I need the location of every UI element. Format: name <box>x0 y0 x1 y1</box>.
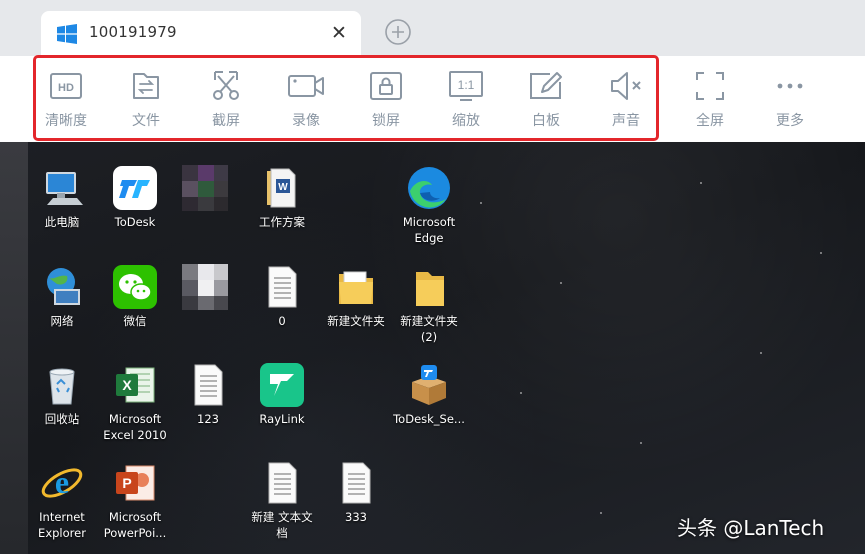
desktop-icon-raylink[interactable]: RayLink <box>243 362 321 427</box>
close-tab-icon[interactable]: ✕ <box>329 20 349 46</box>
blurred-icon <box>182 264 228 310</box>
desktop-icon-todesk-setup[interactable]: ToDesk_Se... <box>390 362 468 427</box>
svg-text:W: W <box>278 182 288 193</box>
text-file-icon <box>268 462 297 504</box>
desktop-icon-label: RayLink <box>259 412 305 426</box>
desktop-icon-blurred[interactable] <box>166 264 244 313</box>
svg-text:e: e <box>55 464 69 500</box>
computer-icon <box>46 172 83 205</box>
desktop-icon-new-folder[interactable]: 新建文件夹 <box>317 264 395 329</box>
desktop-icon-computer[interactable]: 此电脑 <box>23 165 101 230</box>
network-icon <box>47 268 80 305</box>
tool-label: 全屏 <box>696 113 724 129</box>
excel-icon: X <box>116 367 155 403</box>
more-icon <box>777 83 803 89</box>
add-tab-icon[interactable] <box>385 19 411 45</box>
fullscreen-icon <box>696 72 724 100</box>
recycle-bin-icon <box>49 368 75 405</box>
desktop-icon-file-0[interactable]: 0 <box>243 264 321 329</box>
desktop-icon-label: ToDesk_Se... <box>393 412 465 426</box>
desktop-icon-network[interactable]: 网络 <box>23 264 101 329</box>
blurred-icon <box>182 165 228 211</box>
more-button[interactable]: 更多 <box>752 68 828 140</box>
desktop-icon-label: 123 <box>197 412 219 426</box>
desktop-icon-ie[interactable]: e Internet Explorer <box>23 460 101 541</box>
word-doc-icon: W <box>267 168 296 208</box>
text-file-icon <box>268 266 297 308</box>
text-file-icon <box>342 462 371 504</box>
desktop-icon-recycle-bin[interactable]: 回收站 <box>23 362 101 427</box>
session-tab[interactable]: 100191979 ✕ <box>41 11 361 56</box>
desktop-icon-label: ToDesk <box>114 215 156 229</box>
desktop-icon-label: 333 <box>345 510 367 524</box>
desktop-icon-label: 新建 文本文 档 <box>251 510 313 540</box>
windows-logo-icon <box>57 24 77 44</box>
desktop-icon-excel[interactable]: X Microsoft Excel 2010 <box>96 362 174 443</box>
remote-desktop: 此电脑 ToDesk W 工作方案 Microsoft Edge 网络 微信 0… <box>0 142 865 554</box>
desktop-icon-label: 新建文件夹 <box>327 314 385 328</box>
desktop-icon-label: Microsoft Edge <box>402 215 456 245</box>
folder-icon <box>339 271 373 304</box>
desktop-icon-label: 网络 <box>50 314 74 328</box>
desktop-icon-label: Microsoft PowerPoi... <box>103 510 167 540</box>
desktop-icon-edge[interactable]: Microsoft Edge <box>390 165 468 246</box>
desktop-icon-label: 新建文件夹 (2) <box>400 314 458 344</box>
wechat-icon <box>113 265 157 309</box>
desktop-icon-label: Internet Explorer <box>38 510 86 540</box>
desktop-icon-new-text-doc[interactable]: 新建 文本文 档 <box>243 460 321 541</box>
desktop-icon-file-333[interactable]: 333 <box>317 460 395 525</box>
desktop-icon-label: 此电脑 <box>44 215 80 229</box>
desktop-icon-label: 0 <box>278 314 286 328</box>
tab-bar: 100191979 ✕ <box>0 0 865 56</box>
package-icon <box>412 365 446 405</box>
folder-icon <box>416 272 444 306</box>
desktop-icon-label: 微信 <box>123 314 147 328</box>
desktop-icon-file-123[interactable]: 123 <box>169 362 247 427</box>
tool-label: 更多 <box>776 113 804 129</box>
fullscreen-button[interactable]: 全屏 <box>672 68 748 140</box>
svg-text:X: X <box>122 377 132 393</box>
raylink-icon <box>260 363 304 407</box>
edge-icon <box>408 167 450 209</box>
todesk-icon <box>113 166 157 210</box>
highlight-box <box>33 55 659 141</box>
desktop-icon-new-folder-2[interactable]: 新建文件夹 (2) <box>390 264 468 345</box>
desktop-icon-blurred[interactable] <box>166 165 244 214</box>
desktop-icon-label: 工作方案 <box>259 215 305 229</box>
text-file-icon <box>194 364 223 406</box>
desktop-icon-label: 回收站 <box>44 412 80 426</box>
desktop-icon-powerpoint[interactable]: P Microsoft PowerPoi... <box>96 460 174 541</box>
powerpoint-icon: P <box>116 465 155 501</box>
desktop-icon-wechat[interactable]: 微信 <box>96 264 174 329</box>
ie-icon: e <box>41 464 83 500</box>
svg-text:P: P <box>122 475 131 491</box>
watermark-text: 头条 @LanTech <box>677 516 825 540</box>
tab-title: 100191979 <box>89 23 177 41</box>
desktop-icon-todesk[interactable]: ToDesk <box>96 165 174 230</box>
desktop-icon-work-plan[interactable]: W 工作方案 <box>243 165 321 230</box>
desktop-icon-label: Microsoft Excel 2010 <box>103 412 167 442</box>
